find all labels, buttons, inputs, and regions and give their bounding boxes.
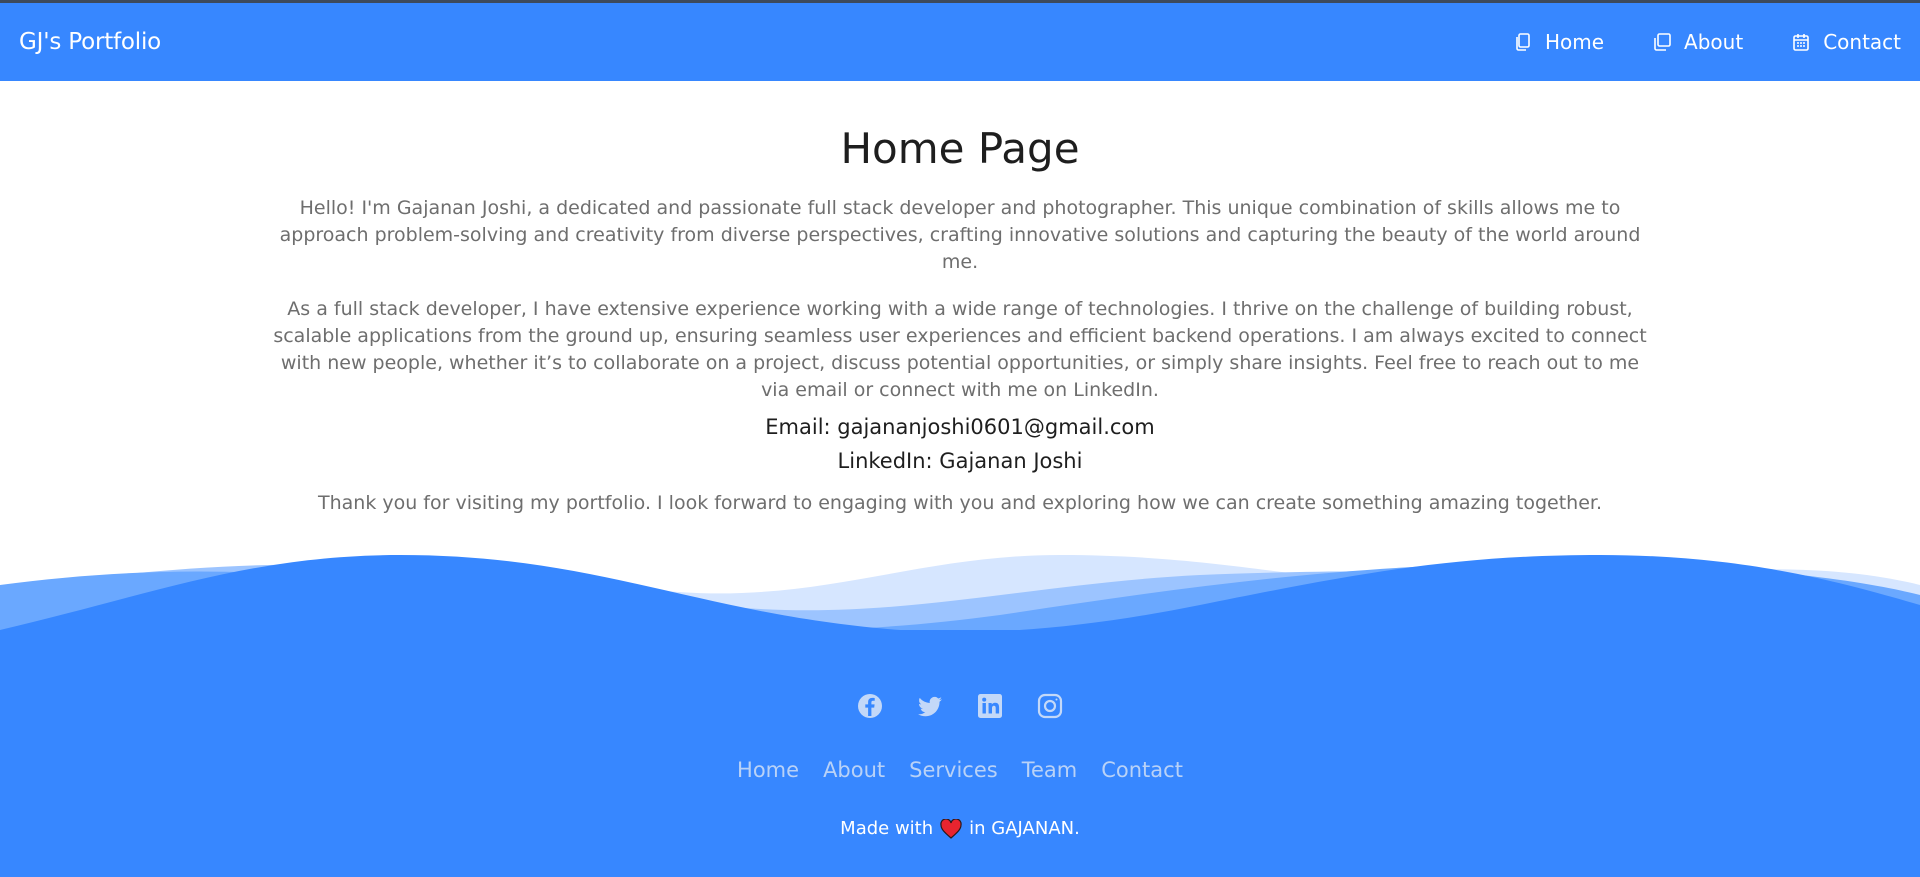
nav-home[interactable]: Home	[1513, 30, 1604, 54]
facebook-icon[interactable]	[856, 692, 884, 720]
nav-contact[interactable]: Contact	[1791, 30, 1901, 54]
intro-paragraph: Hello! I'm Gajanan Joshi, a dedicated an…	[279, 197, 1641, 273]
email-line[interactable]: Email: gajananjoshi0601@gmail.com	[0, 412, 1920, 442]
footer-link-home[interactable]: Home	[737, 758, 799, 782]
nav-home-label: Home	[1544, 30, 1605, 54]
nav-about[interactable]: About	[1652, 30, 1743, 54]
made-with-suffix: in GAJANAN.	[969, 818, 1080, 839]
nav-about-label: About	[1684, 30, 1744, 54]
navbar: GJ's Portfolio Home About Contact	[0, 3, 1920, 81]
calendar-icon	[1793, 34, 1809, 51]
page-title: Home Page	[840, 124, 1080, 173]
footer-link-team[interactable]: Team	[1022, 758, 1078, 782]
made-with-credit: Made with in GAJANAN.	[0, 818, 1920, 839]
brand-title[interactable]: GJ's Portfolio	[19, 29, 161, 55]
footer-link-contact[interactable]: Contact	[1101, 758, 1183, 782]
nav-contact-label: Contact	[1823, 30, 1901, 54]
footer: Home About Services Team Contact Made wi…	[0, 630, 1920, 877]
footer-link-about[interactable]: About	[823, 758, 885, 782]
window-icon	[1654, 33, 1671, 51]
twitter-icon[interactable]	[916, 692, 944, 720]
thanks-paragraph: Thank you for visiting my portfolio. I l…	[317, 492, 1603, 514]
footer-link-services[interactable]: Services	[909, 758, 998, 782]
heart-icon	[940, 818, 962, 839]
instagram-icon[interactable]	[1036, 692, 1064, 720]
linkedin-icon[interactable]	[976, 692, 1004, 720]
footer-links: Home About Services Team Contact	[0, 758, 1920, 782]
linkedin-line[interactable]: LinkedIn: Gajanan Joshi	[0, 446, 1920, 476]
main-content: Home Page Hello! I'm Gajanan Joshi, a de…	[0, 81, 1920, 517]
experience-paragraph: As a full stack developer, I have extens…	[273, 298, 1647, 401]
nav-links: Home About Contact	[1465, 30, 1901, 54]
social-icons	[0, 692, 1920, 720]
made-with-prefix: Made with	[840, 818, 934, 839]
copy-icon	[1516, 33, 1530, 51]
